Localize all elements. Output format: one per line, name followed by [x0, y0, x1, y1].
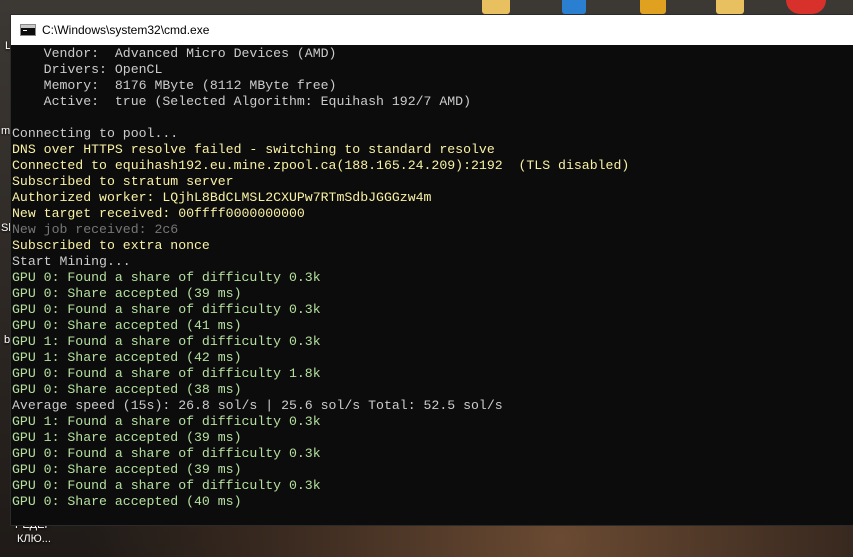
- console-line: GPU 0: Share accepted (40 ms): [12, 494, 242, 509]
- desktop-label[interactable]: b: [4, 334, 10, 346]
- cmd-window[interactable]: C:\Windows\system32\cmd.exe Vendor: Adva…: [11, 15, 853, 525]
- console-line: GPU 0: Share accepted (38 ms): [12, 382, 242, 397]
- console-output[interactable]: Vendor: Advanced Micro Devices (AMD) Dri…: [11, 45, 853, 526]
- desktop-label[interactable]: m: [1, 125, 10, 137]
- console-line: Subscribed to stratum server: [12, 174, 234, 189]
- window-title: C:\Windows\system32\cmd.exe: [42, 23, 210, 37]
- console-line: Connected to equihash192.eu.mine.zpool.c…: [12, 158, 630, 173]
- console-line: Vendor: Advanced Micro Devices (AMD): [12, 46, 337, 61]
- folder-icon[interactable]: [482, 0, 510, 14]
- star-icon[interactable]: [640, 0, 666, 14]
- console-line: GPU 1: Share accepted (39 ms): [12, 430, 242, 445]
- console-line: GPU 0: Share accepted (41 ms): [12, 318, 242, 333]
- console-line: Average speed (15s): 26.8 sol/s | 25.6 s…: [12, 398, 503, 413]
- console-line: GPU 0: Share accepted (39 ms): [12, 462, 242, 477]
- console-line: Connecting to pool...: [12, 126, 179, 141]
- console-line: GPU 1: Found a share of difficulty 0.3k: [12, 334, 321, 349]
- console-line: GPU 0: Found a share of difficulty 0.3k: [12, 446, 321, 461]
- console-line: Start Mining...: [12, 254, 131, 269]
- console-line: GPU 1: Share accepted (42 ms): [12, 350, 242, 365]
- console-line: Authorized worker: LQjhL8BdCLMSL2CXUPw7R…: [12, 190, 432, 205]
- console-line: Drivers: OpenCL: [12, 62, 163, 77]
- console-line: GPU 0: Share accepted (39 ms): [12, 286, 242, 301]
- console-line: GPU 0: Found a share of difficulty 0.3k: [12, 270, 321, 285]
- desktop-label[interactable]: КЛЮ...: [17, 533, 51, 545]
- console-line: Subscribed to extra nonce: [12, 238, 210, 253]
- console-line: GPU 1: Found a share of difficulty 0.3k: [12, 414, 321, 429]
- console-line: New target received: 00ffff0000000000: [12, 206, 305, 221]
- console-line: New job received: 2c6: [12, 222, 179, 237]
- console-line: GPU 0: Found a share of difficulty 1.8k: [12, 366, 321, 381]
- window-titlebar[interactable]: C:\Windows\system32\cmd.exe: [11, 15, 853, 45]
- folder-icon[interactable]: [716, 0, 744, 14]
- console-line: Active: true (Selected Algorithm: Equiha…: [12, 94, 471, 109]
- cmd-icon[interactable]: [20, 24, 36, 36]
- music-note-icon[interactable]: [562, 0, 586, 14]
- console-line: DNS over HTTPS resolve failed - switchin…: [12, 142, 495, 157]
- console-line: GPU 0: Found a share of difficulty 0.3k: [12, 478, 321, 493]
- console-line: GPU 0: Found a share of difficulty 0.3k: [12, 302, 321, 317]
- power-app-icon[interactable]: [786, 0, 826, 14]
- console-line: Memory: 8176 MByte (8112 MByte free): [12, 78, 337, 93]
